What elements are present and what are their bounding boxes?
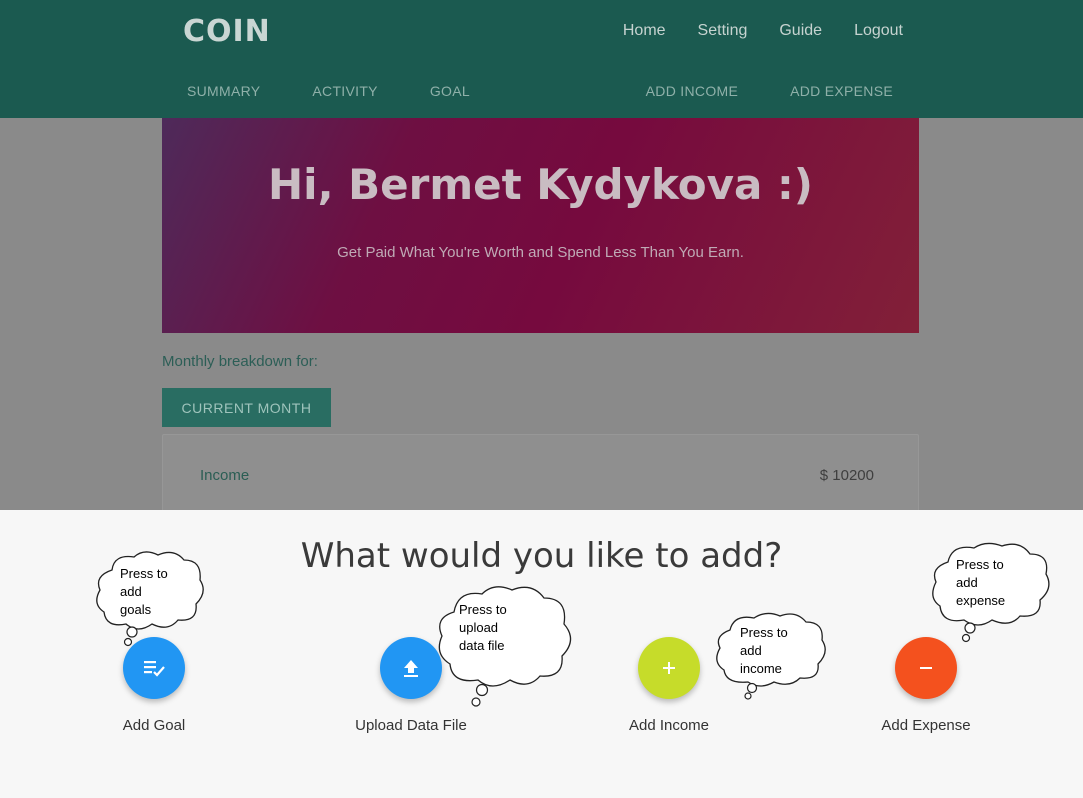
app-logo[interactable]: COIN	[183, 14, 271, 49]
top-nav: Home Setting Guide Logout	[623, 22, 903, 40]
tooltip-upload-data-file-text: Press to upload data file	[459, 602, 507, 653]
tab-add-expense[interactable]: ADD EXPENSE	[790, 83, 893, 99]
hero-subtitle: Get Paid What You're Worth and Spend Les…	[337, 244, 744, 261]
monthly-breakdown-label: Monthly breakdown for:	[162, 353, 318, 370]
nav-logout[interactable]: Logout	[854, 22, 903, 40]
summary-card: Income $ 10200	[162, 434, 919, 510]
hero-title: Hi, Bermet Kydykova :)	[268, 160, 813, 209]
tooltip-add-goals: Press to add goals	[92, 548, 208, 650]
minus-icon	[916, 658, 936, 678]
app-bar: COIN Home Setting Guide Logout SUMMARY A…	[0, 0, 1083, 118]
dimmed-page-overlay: Hi, Bermet Kydykova :) Get Paid What You…	[0, 118, 1083, 510]
tooltip-add-goals-text: Press to add goals	[120, 566, 168, 617]
current-month-button[interactable]: CURRENT MONTH	[162, 388, 331, 427]
tooltip-add-income: Press to add income	[712, 610, 830, 700]
upload-icon	[399, 656, 423, 680]
add-income-button[interactable]	[638, 637, 700, 699]
nav-guide[interactable]: Guide	[779, 22, 822, 40]
tab-add-income[interactable]: ADD INCOME	[646, 83, 738, 99]
add-expense-button[interactable]	[895, 637, 957, 699]
hero-banner: Hi, Bermet Kydykova :) Get Paid What You…	[162, 118, 919, 333]
tooltip-upload-data-file: Press to upload data file	[432, 582, 580, 714]
tab-summary[interactable]: SUMMARY	[187, 83, 260, 99]
plus-icon	[659, 658, 679, 678]
income-label: Income	[200, 467, 250, 484]
add-income-label[interactable]: Add Income	[569, 717, 769, 734]
goal-list-check-icon	[141, 655, 167, 681]
nav-setting[interactable]: Setting	[698, 22, 748, 40]
upload-data-file-label[interactable]: Upload Data File	[311, 717, 511, 734]
tooltip-add-expense-text: Press to add expense	[956, 557, 1006, 608]
nav-home[interactable]: Home	[623, 22, 666, 40]
add-goal-label[interactable]: Add Goal	[54, 717, 254, 734]
sub-nav-left: SUMMARY ACTIVITY GOAL	[187, 83, 470, 99]
tab-activity[interactable]: ACTIVITY	[312, 83, 377, 99]
add-bottom-sheet: What would you like to add? Add Goal Upl…	[0, 510, 1083, 798]
tooltip-add-expense: Press to add expense	[928, 540, 1054, 644]
sub-nav-right: ADD INCOME ADD EXPENSE	[646, 83, 893, 99]
tooltip-add-income-text: Press to add income	[740, 625, 788, 676]
income-value: $ 10200	[819, 467, 874, 484]
add-expense-label[interactable]: Add Expense	[826, 717, 1026, 734]
tab-goal[interactable]: GOAL	[430, 83, 470, 99]
